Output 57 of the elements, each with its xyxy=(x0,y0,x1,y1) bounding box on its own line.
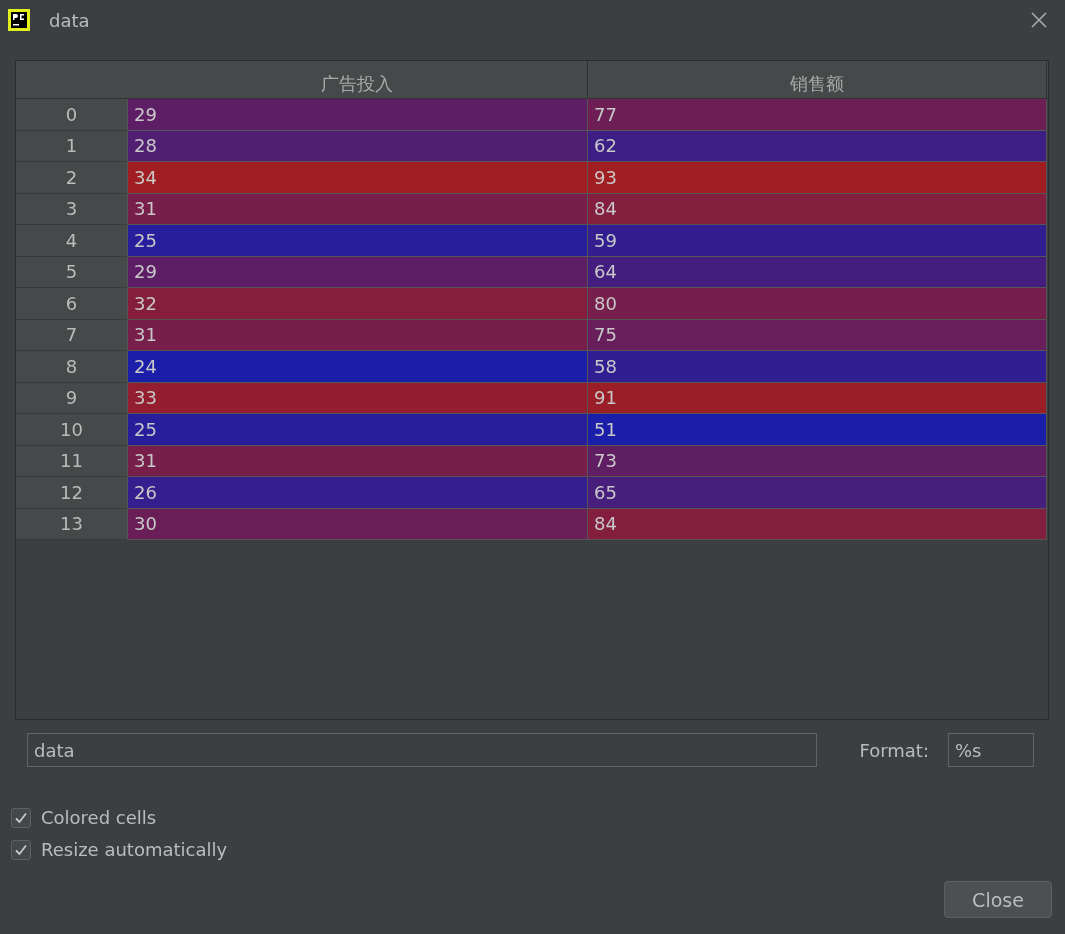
table-cell: 28 xyxy=(127,130,588,162)
table-cell: 31 xyxy=(127,193,588,225)
table-cell: 24 xyxy=(127,351,588,383)
row-index: 9 xyxy=(16,382,127,414)
table-cell: 80 xyxy=(588,288,1047,320)
table-cell: 29 xyxy=(127,256,588,288)
row-index: 0 xyxy=(16,99,127,131)
checkbox-label[interactable]: Colored cells xyxy=(41,807,157,828)
checkbox[interactable] xyxy=(11,839,31,860)
format-label: Format: xyxy=(859,739,929,761)
row-index: 13 xyxy=(16,508,127,540)
format-field[interactable]: %s xyxy=(948,733,1034,767)
table-cell: 31 xyxy=(127,319,588,351)
table-cell: 84 xyxy=(588,193,1047,225)
table-cell: 59 xyxy=(588,225,1047,257)
row-index: 7 xyxy=(16,319,127,351)
table-cell: 62 xyxy=(588,130,1047,162)
column-header[interactable]: 销售额 xyxy=(588,61,1047,98)
table-cell: 77 xyxy=(588,99,1047,131)
table-cell: 32 xyxy=(127,288,588,320)
app-logo-icon xyxy=(8,9,30,31)
table-cell: 33 xyxy=(127,382,588,414)
table-cell: 58 xyxy=(588,351,1047,383)
table-cell: 34 xyxy=(127,162,588,194)
checkmark-icon xyxy=(14,810,28,825)
column-header[interactable]: 广告投入 xyxy=(127,61,588,98)
table-cell: 91 xyxy=(588,382,1047,414)
window-title: data xyxy=(49,9,91,31)
row-index: 1 xyxy=(16,130,127,162)
row-index: 4 xyxy=(16,225,127,257)
table-cell: 25 xyxy=(127,225,588,257)
table-cell: 73 xyxy=(588,445,1047,477)
row-index: 6 xyxy=(16,288,127,320)
table-cell: 25 xyxy=(127,414,588,446)
checkbox-label[interactable]: Resize automatically xyxy=(41,839,228,860)
table-cell: 30 xyxy=(127,508,588,540)
table-cell: 65 xyxy=(588,477,1047,509)
close-icon[interactable] xyxy=(1031,12,1047,28)
table-cell: 31 xyxy=(127,445,588,477)
table-cell: 64 xyxy=(588,256,1047,288)
table-cell: 51 xyxy=(588,414,1047,446)
table-cell: 26 xyxy=(127,477,588,509)
expression-field[interactable]: data xyxy=(27,733,817,767)
row-index: 12 xyxy=(16,477,127,509)
row-index: 11 xyxy=(16,445,127,477)
row-index: 3 xyxy=(16,193,127,225)
table-cell: 29 xyxy=(127,99,588,131)
row-index: 8 xyxy=(16,351,127,383)
table-cell: 84 xyxy=(588,508,1047,540)
table-cell: 75 xyxy=(588,319,1047,351)
table-cell: 93 xyxy=(588,162,1047,194)
row-index: 2 xyxy=(16,162,127,194)
row-index: 10 xyxy=(16,414,127,446)
checkbox[interactable] xyxy=(11,807,31,828)
row-index: 5 xyxy=(16,256,127,288)
close-button[interactable]: Close xyxy=(944,881,1052,918)
checkmark-icon xyxy=(14,842,28,857)
